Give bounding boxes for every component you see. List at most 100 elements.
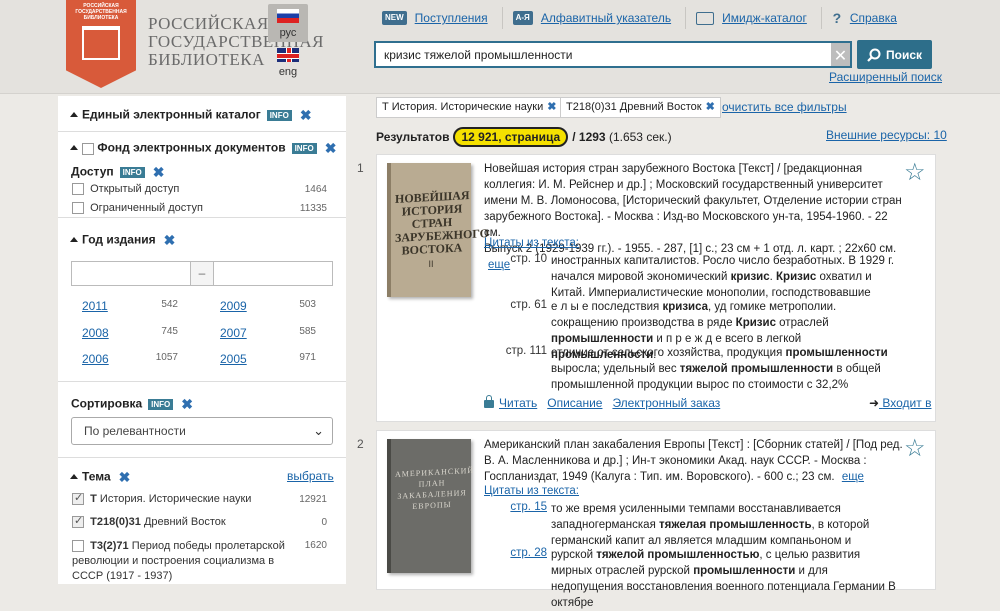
favorite-star-icon[interactable]: ☆ [904, 437, 926, 461]
topic-checkbox[interactable] [72, 540, 84, 553]
year-filter: Год издания ✖ [70, 232, 175, 249]
nav-new-arrivals-link[interactable]: Поступления [415, 11, 488, 25]
lang-ru-button[interactable]: рус [268, 4, 308, 42]
nav-image-catalog-link[interactable]: Имидж-каталог [722, 11, 807, 25]
arrow-up-icon[interactable] [70, 144, 78, 150]
access-open-option[interactable]: Открытый доступ [72, 183, 179, 196]
year-2005-link[interactable]: 2005 [220, 352, 247, 366]
rsl-logo[interactable]: РОССИЙСКАЯ ГОСУДАРСТВЕННАЯ БИБЛИОТЕКА [66, 0, 136, 88]
access-filter: Доступ INFO ✖ [71, 164, 164, 181]
year-2009-count: 503 [299, 299, 316, 310]
citation-page: стр. 111 [505, 345, 547, 357]
description-text: Новейшая история стран зарубежного Восто… [484, 163, 902, 239]
search-input[interactable] [376, 43, 832, 66]
citation-text: отличие от сельского хозяйства, продукци… [551, 347, 888, 391]
lang-en-button[interactable]: eng [268, 48, 308, 78]
results-time: (1.653 сек.) [608, 130, 672, 144]
search-button[interactable]: Поиск [857, 40, 932, 69]
fund-title: Фонд электронных документов [97, 140, 286, 155]
russia-flag-icon [277, 9, 299, 23]
remove-topic-icon[interactable]: ✖ [119, 469, 131, 485]
clear-search-button[interactable]: ✕ [831, 41, 852, 68]
year-2006-link[interactable]: 2006 [82, 352, 109, 366]
info-badge[interactable]: INFO [119, 167, 145, 178]
description-link[interactable]: Описание [547, 396, 602, 410]
year-2009-link[interactable]: 2009 [220, 299, 247, 313]
sort-select[interactable]: По релевантности ⌄ [71, 417, 333, 445]
arrow-up-icon[interactable] [70, 236, 78, 242]
columns-icon [82, 26, 120, 60]
results-summary: Результатов 12 921, страница / 1293 (1.6… [376, 127, 672, 147]
topic-item[interactable]: Т История. Исторические науки [72, 491, 252, 506]
lock-icon [484, 395, 494, 408]
info-badge[interactable]: INFO [266, 110, 292, 121]
filters-sidebar: Единый электронный каталог INFO ✖ Фонд эле… [58, 96, 346, 584]
year-to-input[interactable] [213, 261, 333, 286]
external-resources-link[interactable]: Внешние ресурсы: 10 [826, 128, 947, 142]
result-description: Американский план закабаления Европы [Те… [484, 437, 904, 485]
clear-all-filters-link[interactable]: очистить все фильтры [722, 100, 847, 114]
topic-code: Т3(2)71 [90, 540, 129, 552]
topic-count: 1620 [304, 540, 327, 551]
remove-catalog-icon[interactable]: ✖ [300, 107, 312, 123]
book-cover[interactable]: НОВЕЙШАЯ ИСТОРИЯ СТРАН ЗАРУБЕЖНОГО ВОСТО… [387, 163, 489, 297]
uk-flag-icon [277, 48, 299, 62]
year-2007-link[interactable]: 2007 [220, 326, 247, 340]
access-restricted-option[interactable]: Ограниченный доступ [72, 202, 203, 215]
nav-new-arrivals[interactable]: NEW Поступления [382, 11, 488, 25]
fund-section: Фонд электронных документов INFO ✖ Доступ I… [58, 132, 346, 218]
sort-filter: Сортировка INFO ✖ [71, 396, 193, 413]
citation-page-link[interactable]: стр. 28 [489, 547, 547, 559]
nav-alphabetical-index-link[interactable]: Алфавитный указатель [541, 11, 671, 25]
result-number: 2 [357, 437, 364, 451]
topic-label: История. Исторические науки [99, 493, 252, 505]
citations-label[interactable]: Цитаты из текста: [484, 237, 579, 249]
filter-chip: Т История. Исторические науки ✖ [376, 97, 563, 118]
access-restricted-count: 11335 [299, 203, 327, 214]
arrow-up-icon[interactable] [70, 111, 78, 117]
access-restricted-checkbox[interactable] [72, 202, 84, 215]
access-restricted-label: Ограниченный доступ [90, 202, 203, 214]
citations-label[interactable]: Цитаты из текста: [484, 485, 579, 497]
remove-year-icon[interactable]: ✖ [164, 232, 176, 248]
advanced-search-link[interactable]: Расширенный поиск [829, 70, 942, 84]
nav-help-link[interactable]: Справка [850, 11, 897, 25]
more-link[interactable]: еще [842, 471, 864, 483]
citation-page: стр. 61 [510, 299, 547, 311]
year-from-input[interactable] [71, 261, 191, 286]
electronic-order-link[interactable]: Электронный заказ [612, 396, 720, 410]
search-box [374, 41, 852, 68]
remove-access-icon[interactable]: ✖ [153, 164, 165, 180]
cover-volume: II [428, 259, 434, 269]
remove-sort-icon[interactable]: ✖ [181, 396, 193, 412]
arrow-up-icon[interactable] [70, 473, 78, 479]
remove-filter-icon[interactable]: ✖ [706, 101, 715, 113]
info-badge[interactable]: INFO [148, 399, 174, 410]
remove-filter-icon[interactable]: ✖ [547, 101, 556, 113]
nav-alphabetical-index[interactable]: А-Я Алфавитный указатель [512, 11, 671, 25]
year-2011-link[interactable]: 2011 [82, 299, 108, 313]
part-of-link[interactable]: ➜ Входит в [869, 396, 931, 410]
nav-help[interactable]: ? Справка [832, 11, 897, 25]
read-link[interactable]: Читать [499, 396, 537, 410]
year-range-dash: – [191, 261, 213, 286]
topic-code: Т218(0)31 [90, 516, 141, 528]
info-badge[interactable]: INFO [291, 143, 317, 154]
favorite-star-icon[interactable]: ☆ [904, 161, 926, 185]
book-cover[interactable]: АМЕРИКАНСКИЙ ПЛАН ЗАКАБАЛЕНИЯ ЕВРОПЫ [387, 439, 475, 573]
year-2011-count: 542 [161, 299, 178, 310]
card-actions: Читать Описание Электронный заказ [484, 395, 720, 410]
topic-checkbox[interactable] [72, 491, 84, 506]
nav-image-catalog[interactable]: Имидж-каталог [696, 11, 807, 25]
topic-item[interactable]: Т218(0)31 Древний Восток [72, 514, 226, 529]
access-open-count: 1464 [304, 184, 327, 195]
topic-choose-link[interactable]: выбрать [287, 469, 334, 483]
access-open-checkbox[interactable] [72, 183, 84, 196]
topic-checkbox[interactable] [72, 514, 84, 529]
year-2008-link[interactable]: 2008 [82, 326, 109, 340]
citation-page-link[interactable]: стр. 15 [489, 501, 547, 513]
filter-chip-label: Т218(0)31 Древний Восток [566, 101, 702, 113]
cover-title: АМЕРИКАНСКИЙ ПЛАН ЗАКАБАЛЕНИЯ ЕВРОПЫ [395, 465, 475, 512]
fund-checkbox[interactable] [82, 142, 94, 155]
remove-fund-icon[interactable]: ✖ [325, 140, 337, 156]
